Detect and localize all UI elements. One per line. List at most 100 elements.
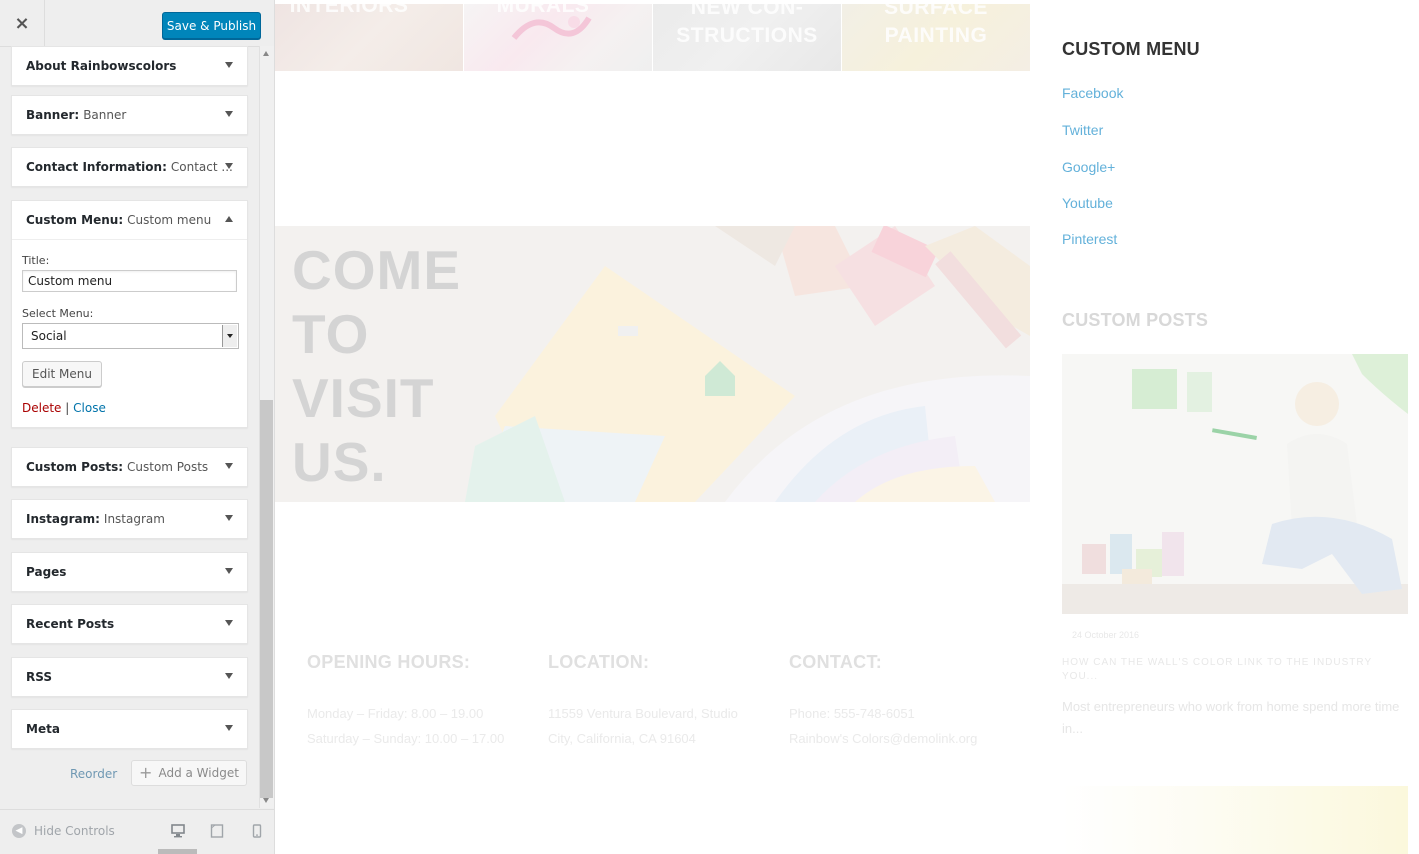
delete-link[interactable]: Delete [22, 401, 61, 415]
plus-icon: + [139, 763, 153, 782]
widget-rss[interactable]: RSS [11, 657, 248, 697]
widget-title: About Rainbowscolors [26, 59, 177, 73]
widget-pages[interactable]: Pages [11, 552, 248, 592]
title-input[interactable] [22, 270, 237, 292]
collapse-arrow-icon: ◀ [12, 824, 26, 838]
banner-title: COME TO VISIT US. [292, 239, 461, 493]
widget-instagram[interactable]: Instagram: Instagram [11, 499, 248, 539]
tile-label: NEW CON- STRUCTIONS [676, 4, 818, 47]
chevron-down-icon[interactable] [225, 463, 233, 469]
location-heading: LOCATION: [548, 652, 650, 672]
hide-controls-label: Hide Controls [34, 824, 115, 838]
widget-title: Meta [26, 722, 60, 736]
paint-splash-image [511, 16, 592, 40]
hours-weekend: Saturday – Sunday: 10.00 – 17.00 [307, 731, 505, 746]
widget-custom-posts[interactable]: Custom Posts: Custom Posts [11, 447, 248, 487]
select-menu-label: Select Menu: [22, 307, 94, 320]
widget-subtitle: Custom menu [127, 213, 212, 227]
widget-recent-posts[interactable]: Recent Posts [11, 604, 248, 644]
service-tile-new-constructions[interactable]: NEW CON- STRUCTIONS [653, 4, 841, 71]
widget-form: Title: Select Menu: Social Edit Menu Del… [12, 239, 247, 427]
hide-controls-button[interactable]: ◀ Hide Controls [12, 824, 115, 838]
service-tile-interiors[interactable]: INTERIORS [275, 4, 463, 71]
post-thumbnail[interactable] [1062, 354, 1408, 614]
widget-custom-menu-header[interactable]: Custom Menu: Custom menu [12, 201, 247, 239]
scroll-down-icon[interactable] [263, 798, 269, 803]
second-post-thumbnail[interactable] [1062, 786, 1408, 854]
contact-column: CONTACT: Phone: 555-748-6051 Rainbow's Co… [789, 652, 1019, 751]
save-publish-button[interactable]: Save & Publish [162, 12, 261, 39]
customizer-header: × Save & Publish [0, 0, 274, 47]
chevron-down-icon[interactable] [225, 62, 233, 68]
widget-title: Instagram: [26, 512, 100, 526]
widget-subtitle: Custom Posts [127, 460, 209, 474]
custom-menu-title: CUSTOM MENU [1062, 39, 1200, 59]
menu-link-twitter[interactable]: Twitter [1062, 122, 1103, 138]
chevron-down-icon[interactable] [225, 620, 233, 626]
active-device-indicator [158, 849, 197, 854]
tile-label: SURFACE PAINTING [884, 4, 988, 47]
chevron-down-icon[interactable] [225, 111, 233, 117]
customizer-sidebar: × Save & Publish About Rainbowscolors Ba… [0, 0, 275, 854]
select-menu-value: Social [31, 329, 67, 343]
edit-menu-button[interactable]: Edit Menu [22, 361, 102, 387]
post-date: 24 October 2016 [1072, 630, 1140, 640]
chevron-down-icon[interactable] [225, 725, 233, 731]
chevron-down-icon[interactable] [225, 515, 233, 521]
service-tile-surface-painting[interactable]: SURFACE PAINTING [842, 4, 1030, 71]
widget-title: Banner: [26, 108, 80, 122]
widget-title: Custom Menu: [26, 213, 124, 227]
tile-label: INTERIORS [289, 4, 409, 17]
widget-title: Pages [26, 565, 67, 579]
scrollbar-thumb[interactable] [260, 400, 273, 798]
select-menu-dropdown[interactable]: Social [22, 323, 239, 349]
widget-contact-information[interactable]: Contact Information: Contact ... [11, 147, 248, 187]
address-line-2: City, California, CA 91604 [548, 731, 696, 746]
mobile-preview-icon[interactable] [250, 824, 264, 838]
dropdown-arrow-icon [222, 325, 237, 347]
menu-link-googleplus[interactable]: Google+ [1062, 159, 1115, 175]
close-icon: × [14, 12, 30, 34]
chevron-up-icon[interactable] [225, 216, 233, 222]
site-preview: INTERIORS MURALS NEW CON- STRUCTIONS SUR… [275, 0, 1419, 854]
opening-hours-column: OPENING HOURS: Monday – Friday: 8.00 – 1… [307, 652, 537, 751]
address-line-1: 11559 Ventura Boulevard, Studio [548, 706, 738, 721]
chevron-down-icon[interactable] [225, 568, 233, 574]
title-label: Title: [22, 254, 50, 267]
scroll-up-icon[interactable] [263, 51, 269, 56]
widget-custom-menu: Custom Menu:Custom menu Title: Select Me… [11, 200, 248, 428]
post-excerpt: Most entrepreneurs who work from home sp… [1062, 699, 1400, 736]
close-link[interactable]: Close [73, 401, 106, 415]
widget-title: RSS [26, 670, 52, 684]
widget-title: Contact Information: [26, 160, 167, 174]
widget-subtitle: Contact ... [170, 160, 233, 174]
customizer-footer: ◀ Hide Controls [0, 809, 274, 854]
link-separator: | [65, 401, 70, 415]
add-widget-button[interactable]: + Add a Widget [131, 760, 247, 786]
contact-heading: CONTACT: [789, 652, 883, 672]
widget-about[interactable]: About Rainbowscolors [11, 46, 248, 86]
desktop-preview-icon[interactable] [171, 824, 185, 838]
contact-email[interactable]: Rainbow's Colors@demolink.org [789, 726, 1019, 751]
close-customizer-button[interactable]: × [0, 0, 45, 46]
menu-link-pinterest[interactable]: Pinterest [1062, 231, 1117, 247]
menu-link-youtube[interactable]: Youtube [1062, 195, 1113, 211]
opening-hours-heading: OPENING HOURS: [307, 652, 471, 672]
chevron-down-icon[interactable] [225, 163, 233, 169]
widget-subtitle: Instagram [103, 512, 165, 526]
custom-posts-title: CUSTOM POSTS [1062, 310, 1209, 330]
post-title[interactable]: HOW CAN THE WALL'S COLOR LINK TO THE IND… [1062, 656, 1402, 684]
service-tile-murals[interactable]: MURALS [464, 4, 652, 71]
menu-link-facebook[interactable]: Facebook [1062, 85, 1123, 101]
visit-us-banner: COME TO VISIT US. [275, 226, 1030, 502]
contact-phone: Phone: 555-748-6051 [789, 706, 915, 721]
hours-weekdays: Monday – Friday: 8.00 – 19.00 [307, 706, 484, 721]
widget-title: Recent Posts [26, 617, 115, 631]
add-widget-label: Add a Widget [158, 766, 239, 780]
chevron-down-icon[interactable] [225, 673, 233, 679]
widget-banner[interactable]: Banner: Banner [11, 95, 248, 135]
painter-woman-image [1062, 354, 1408, 614]
widget-meta[interactable]: Meta [11, 709, 248, 749]
tablet-preview-icon[interactable] [210, 824, 224, 838]
reorder-link[interactable]: Reorder [70, 767, 117, 781]
